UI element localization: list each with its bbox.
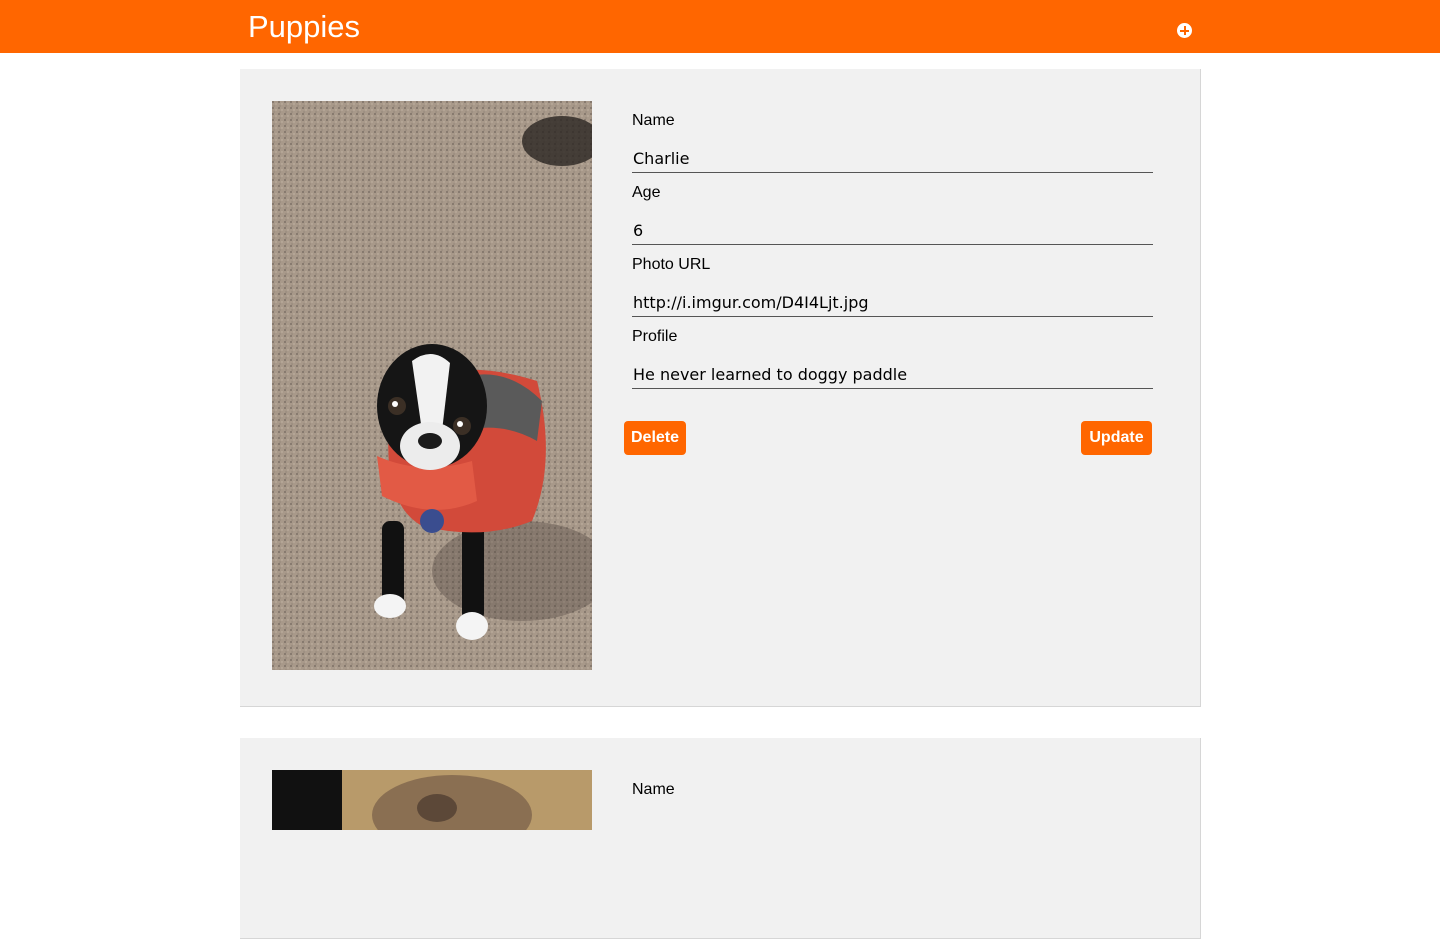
puppy-photo — [272, 770, 592, 830]
delete-button[interactable]: Delete — [624, 421, 686, 455]
name-label: Name — [632, 781, 675, 798]
photo-url-label: Photo URL — [632, 256, 711, 273]
age-field[interactable] — [632, 216, 1153, 245]
profile-label: Profile — [632, 328, 678, 345]
profile-field[interactable] — [632, 360, 1153, 389]
puppy-photo — [272, 101, 592, 670]
photo-url-field[interactable] — [632, 288, 1153, 317]
age-label: Age — [632, 184, 661, 201]
app-title: Puppies — [248, 9, 361, 44]
name-field[interactable] — [632, 144, 1153, 173]
update-button[interactable]: Update — [1081, 421, 1152, 455]
app-header: Puppies — [0, 0, 1440, 53]
puppy-card: Name — [240, 738, 1201, 939]
add-puppy-icon[interactable] — [1177, 23, 1192, 38]
puppy-card: Name Age Photo URL Profile Delete Update — [240, 69, 1201, 707]
name-label: Name — [632, 112, 675, 129]
